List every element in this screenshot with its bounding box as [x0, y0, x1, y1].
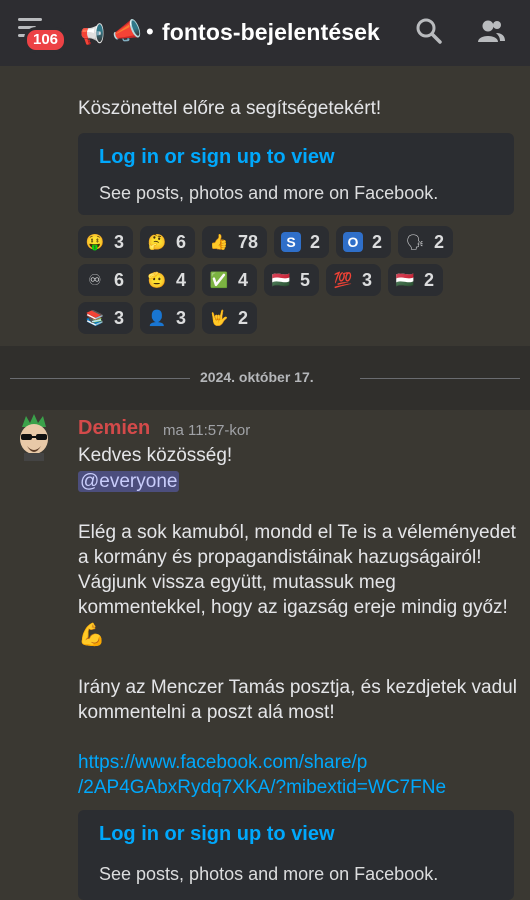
reaction-chip[interactable]: 🗣 2	[398, 226, 454, 258]
reaction-emoji-icon: 👍	[209, 234, 229, 251]
channel-emoji-icon: 📣	[112, 18, 142, 45]
reaction-count: 4	[238, 269, 249, 290]
reaction-chip[interactable]: 🇭🇺 2	[388, 264, 444, 296]
reaction-chip[interactable]: 📚 3	[78, 302, 134, 334]
search-icon[interactable]	[414, 16, 444, 46]
embed-title[interactable]: Log in or sign up to view	[99, 146, 335, 169]
embed-description: See posts, photos and more on Facebook.	[99, 183, 439, 203]
reaction-emoji-icon: 📚	[85, 310, 105, 327]
reaction-emoji-icon: S	[281, 232, 301, 252]
reaction-count: 3	[176, 307, 187, 328]
reaction-count: 4	[176, 269, 187, 290]
message-author[interactable]: Demien	[78, 417, 150, 440]
embed-title[interactable]: Log in or sign up to view	[99, 823, 335, 846]
members-icon[interactable]	[476, 16, 506, 46]
reaction-chip[interactable]: 🤟 2	[202, 302, 258, 334]
reaction-emoji-icon: 🇭🇺	[271, 272, 291, 289]
reaction-count: 2	[310, 231, 321, 252]
reaction-emoji-icon: ♾	[88, 272, 102, 289]
reaction-emoji-icon: 🤔	[147, 234, 167, 251]
reaction-chip[interactable]: 🇭🇺 5	[264, 264, 320, 296]
message-text: Köszönettel előre a segítségetekért!	[78, 98, 382, 119]
message-line: Irány az Menczer Tamás posztja, és kezdj…	[78, 677, 517, 698]
reaction-emoji-icon: 👤	[147, 310, 167, 327]
megaphone-icon: 📢	[80, 24, 105, 46]
unread-badge: 106	[24, 27, 68, 53]
channel-header: 106 📢 📣 • fontos-bejelentések	[0, 0, 530, 66]
reaction-chip[interactable]: 🤔 6	[140, 226, 196, 258]
reaction-emoji-icon: O	[343, 232, 363, 252]
message-line: @everyone	[78, 469, 180, 495]
reaction-count: 3	[114, 231, 125, 252]
reaction-count: 2	[372, 231, 383, 252]
link-embed: Log in or sign up to view See posts, pho…	[78, 133, 514, 215]
channel-dot: •	[146, 19, 154, 44]
reaction-chip[interactable]: 🫡 4	[140, 264, 196, 296]
link-embed: Log in or sign up to view See posts, pho…	[78, 810, 514, 900]
message-line: kommentelni a poszt alá most!	[78, 702, 335, 723]
reaction-emoji-icon: 🤑	[85, 234, 105, 251]
message-line: Vágjunk vissza együtt, mutassuk meg	[78, 572, 396, 593]
reaction-count: 6	[114, 269, 125, 290]
day-separator: 2024. október 17.	[0, 346, 530, 410]
reaction-count: 2	[434, 231, 445, 252]
separator-line-left	[10, 378, 190, 379]
reaction-count: 6	[176, 231, 187, 252]
channel-name[interactable]: fontos-bejelentések	[162, 19, 380, 46]
reaction-emoji-icon: 🤟	[209, 310, 229, 327]
reaction-count: 2	[424, 269, 435, 290]
reaction-chip[interactable]: ♾ 6	[78, 264, 134, 296]
reaction-chip[interactable]: 🤑 3	[78, 226, 134, 258]
reaction-chip[interactable]: O2	[336, 226, 392, 258]
everyone-mention[interactable]: @everyone	[78, 471, 180, 492]
flexed-biceps-icon: 💪	[78, 622, 106, 647]
avatar[interactable]	[12, 413, 56, 461]
reaction-count: 3	[114, 307, 125, 328]
reaction-count: 2	[238, 307, 249, 328]
reaction-chip[interactable]: 👤 3	[140, 302, 196, 334]
separator-date: 2024. október 17.	[200, 369, 314, 385]
message-timestamp: ma 11:57-kor	[163, 422, 251, 439]
reaction-count: 5	[300, 269, 311, 290]
message-line: a kormány és propagandistáinak hazugsága…	[78, 547, 482, 568]
reaction-chip[interactable]: 💯 3	[326, 264, 382, 296]
reaction-emoji-icon: ✅	[209, 272, 229, 289]
reaction-emoji-icon: 💯	[333, 272, 353, 289]
facebook-link[interactable]: /2AP4GAbxRydq7XKA/?mibextid=WC7FNe	[78, 775, 446, 801]
reaction-chip[interactable]: S2	[274, 226, 330, 258]
separator-line-right	[360, 378, 520, 379]
reaction-count: 78	[238, 231, 259, 252]
reaction-emoji-icon: 🫡	[147, 272, 167, 289]
message-line: kommentekkel, hogy az igazság ereje mind…	[78, 597, 508, 618]
reaction-chip[interactable]: 👍 78	[202, 226, 268, 258]
reaction-emoji-icon: 🗣	[405, 234, 425, 251]
reaction-emoji-icon: 🇭🇺	[395, 272, 415, 289]
facebook-link[interactable]: https://www.facebook.com/share/p	[78, 750, 367, 776]
reaction-chip[interactable]: ✅ 4	[202, 264, 258, 296]
reaction-count: 3	[362, 269, 373, 290]
embed-description: See posts, photos and more on Facebook.	[99, 864, 439, 884]
message-line: Kedves közösség!	[78, 445, 233, 466]
message-line: Elég a sok kamuból, mondd el Te is a vél…	[78, 522, 516, 543]
